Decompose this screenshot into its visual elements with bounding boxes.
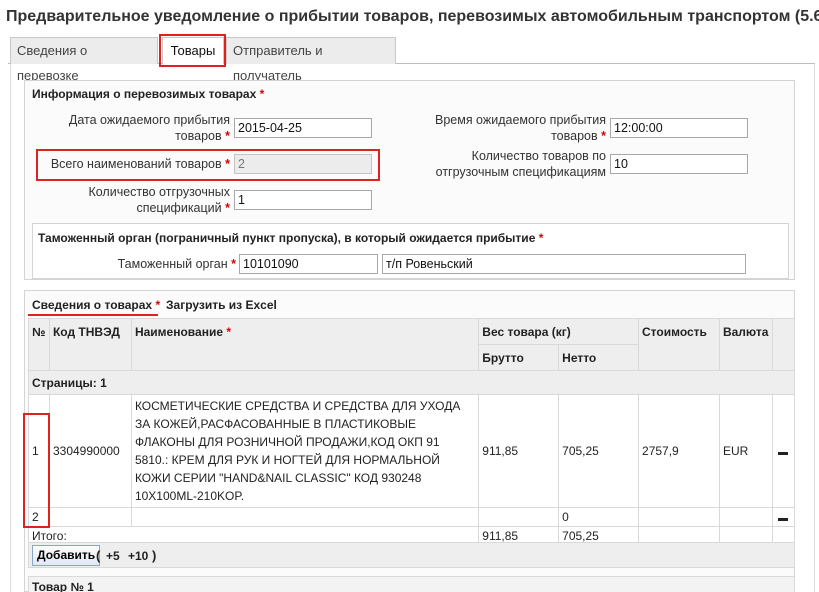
arrival-date-input[interactable] <box>234 118 372 138</box>
col-weight-header: Вес товара (кг) <box>478 318 640 345</box>
row-code: 3304990000 <box>48 394 132 508</box>
col-num-header: № <box>28 318 50 371</box>
row-net: 0 <box>558 507 640 527</box>
customs-heading: Таможенный орган (пограничный пункт проп… <box>38 231 544 245</box>
minus-icon <box>778 518 789 521</box>
upload-excel-link[interactable]: Загрузить из Excel <box>166 298 277 312</box>
goods-section-title: Сведения о товарах * <box>32 298 161 312</box>
goods-table: № Код ТНВЭД Наименование * Вес товара (к… <box>27 318 796 546</box>
minus-icon <box>778 452 789 455</box>
total-items-highlight <box>36 149 380 181</box>
col-actions-header <box>771 318 796 371</box>
add-paren-open: ( <box>96 548 101 563</box>
goods-title-underline <box>28 314 158 316</box>
items-by-spec-label: Количество товаров по отгрузочным специф… <box>435 149 606 179</box>
row-gross: 911,85 <box>478 394 560 508</box>
row-currency: EUR <box>718 394 773 508</box>
tab-sender-receiver[interactable]: Отправитель и получатель <box>226 37 396 83</box>
tab-transport-info[interactable]: Сведения о перевозке <box>10 37 158 83</box>
pages-row: Страницы: 1 <box>28 370 795 395</box>
add10-link[interactable]: +10 <box>128 549 148 563</box>
col-cost-header: Стоимость <box>638 318 720 371</box>
row-name <box>130 507 480 527</box>
page-title: Предварительное уведомление о прибытии т… <box>6 8 819 25</box>
customs-code-input[interactable] <box>239 254 378 274</box>
customs-name-input[interactable] <box>382 254 746 274</box>
item-header: Товар № 1 <box>32 580 94 592</box>
item-detail-header <box>28 576 795 592</box>
arrival-time-label: Время ожидаемого прибытия товаров * <box>434 113 606 143</box>
col-name-header: Наименование * <box>130 318 480 371</box>
row-currency <box>718 507 773 527</box>
col-gross-header: Брутто <box>478 344 560 371</box>
col-currency-header: Валюта <box>718 318 773 371</box>
table-row[interactable]: 2 0 <box>28 507 796 527</box>
table-header-row: № Код ТНВЭД Наименование * Вес товара (к… <box>28 318 796 371</box>
specs-count-input[interactable] <box>234 190 372 210</box>
row-cost: 2757,9 <box>638 394 720 508</box>
table-row[interactable]: 1 3304990000 КОСМЕТИЧЕСКИЕ СРЕДСТВА И СР… <box>28 394 796 508</box>
arrival-date-label: Дата ожидаемого прибытия товаров * <box>68 113 230 143</box>
row-net: 705,25 <box>558 394 640 508</box>
tab-highlight <box>159 34 226 67</box>
col-code-header: Код ТНВЭД <box>48 318 132 371</box>
row-code <box>48 507 132 527</box>
items-by-spec-input[interactable] <box>610 154 748 174</box>
goods-info-heading: Информация о перевозимых товарах * <box>32 87 265 101</box>
col-net-header: Нетто <box>558 344 640 371</box>
add5-link[interactable]: +5 <box>106 549 120 563</box>
tab-bar: Сведения о перевозке Товары Отправитель … <box>8 34 815 83</box>
add-button[interactable]: Добавить <box>32 545 101 566</box>
remove-row-button[interactable] <box>771 394 796 508</box>
specs-count-label: Количество отгрузочных спецификаций * <box>88 185 230 215</box>
pages-label: Страницы: 1 <box>28 370 795 395</box>
customs-label: Таможенный орган * <box>117 257 236 271</box>
remove-row-button[interactable] <box>771 507 796 527</box>
arrival-time-input[interactable] <box>610 118 748 138</box>
row-name: КОСМЕТИЧЕСКИЕ СРЕДСТВА И СРЕДСТВА ДЛЯ УХ… <box>130 394 480 508</box>
add-paren-close: ) <box>152 548 157 563</box>
row-gross <box>478 507 560 527</box>
row-number-highlight <box>23 413 50 528</box>
row-cost <box>638 507 720 527</box>
